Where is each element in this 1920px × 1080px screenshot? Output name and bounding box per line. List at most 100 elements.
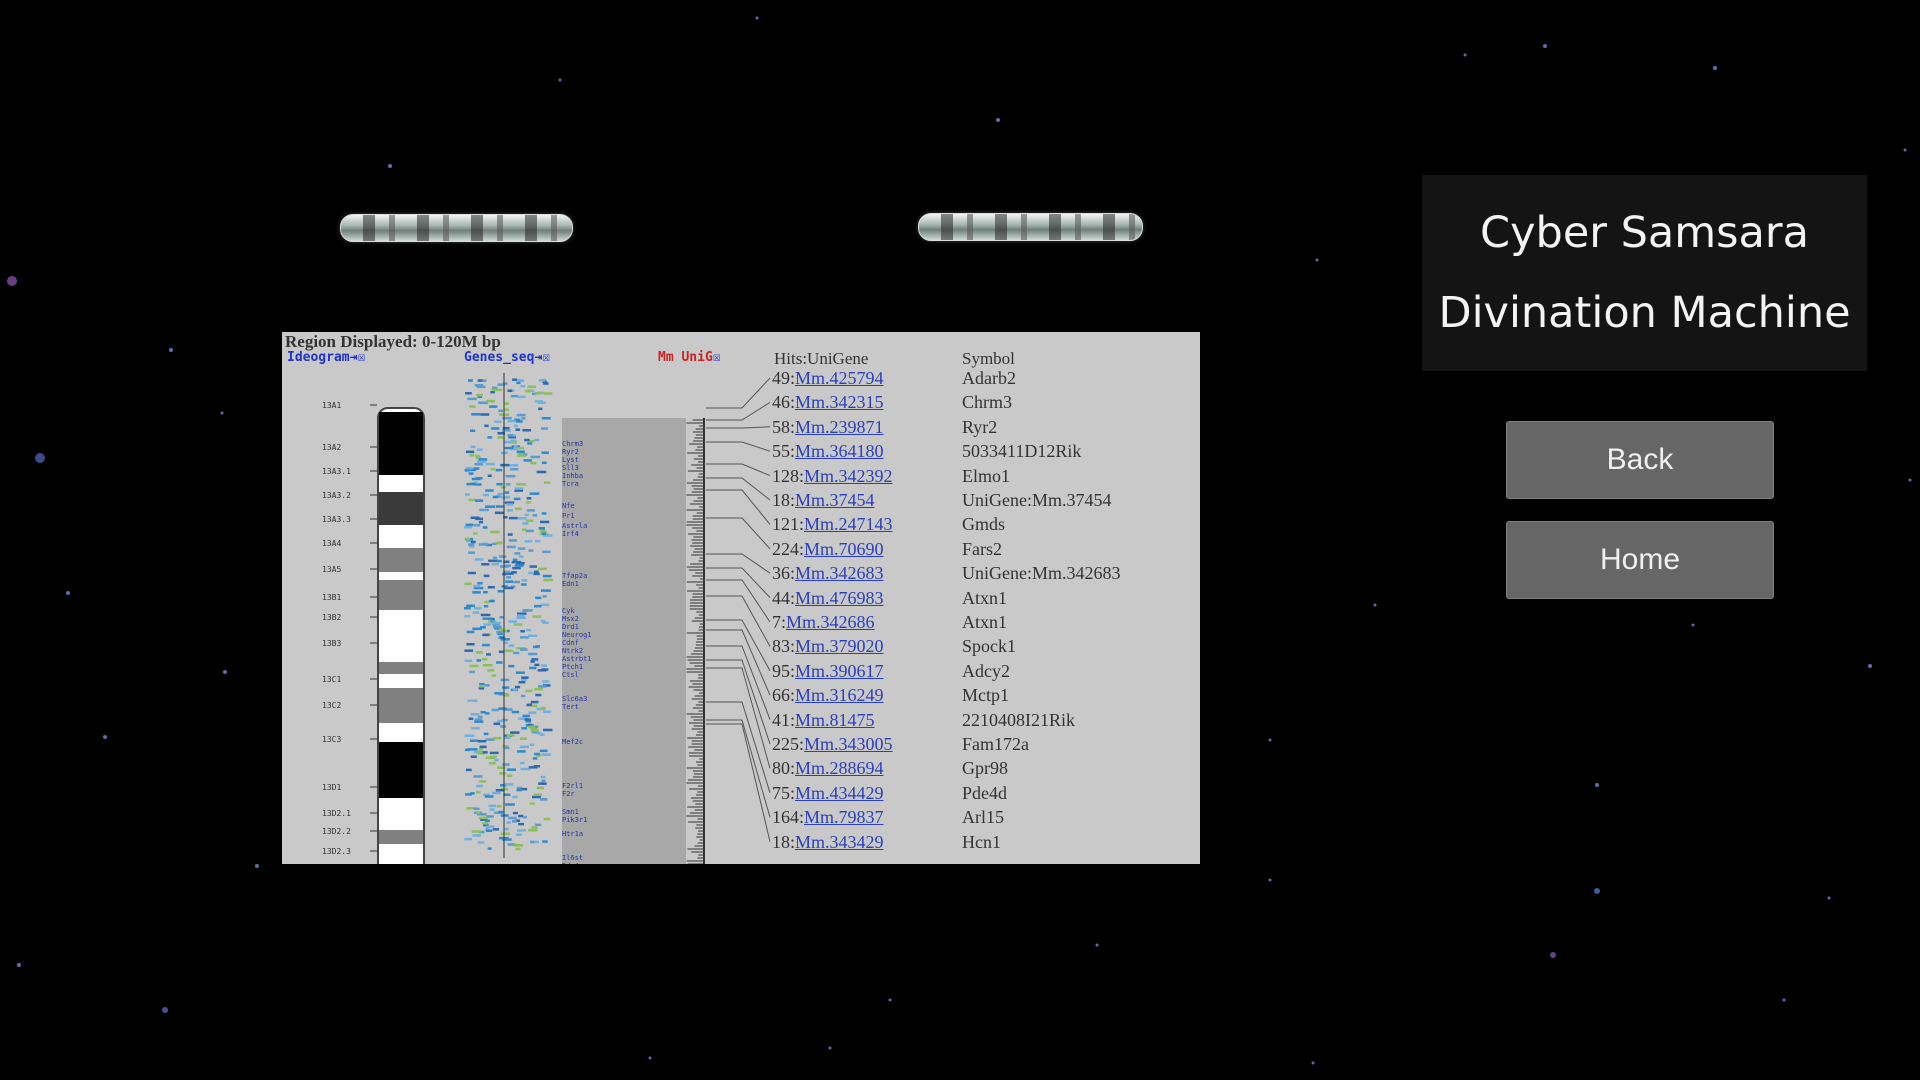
band-label: 13B2 <box>322 613 341 622</box>
hit-row: 83:Mm.379020 <box>772 634 884 658</box>
hit-count: 95: <box>772 660 796 681</box>
svg-text:F2rl1: F2rl1 <box>562 782 583 790</box>
svg-text:Inhba: Inhba <box>562 472 583 480</box>
hit-row: 80:Mm.288694 <box>772 756 884 780</box>
unigene-track-label: Mm UniG☒ <box>658 350 721 365</box>
svg-text:Ctsl: Ctsl <box>562 671 579 679</box>
unigene-link[interactable]: Mm.434429 <box>795 783 884 803</box>
track-controls-icon[interactable]: ⇥☒ <box>534 350 550 365</box>
svg-text:Edn1: Edn1 <box>562 580 579 588</box>
hit-count: 80: <box>772 758 796 779</box>
hit-row: 225:Mm.343005 <box>772 732 893 756</box>
hit-row: 49:Mm.425794 <box>772 366 884 390</box>
svg-text:Chrm3: Chrm3 <box>562 440 583 448</box>
hit-row: 75:Mm.434429 <box>772 781 884 805</box>
gene-symbol: Hcn1 <box>962 831 1001 852</box>
unigene-link[interactable]: Mm.81475 <box>795 710 875 730</box>
hit-row: 58:Mm.239871 <box>772 415 884 439</box>
svg-text:Astrbt1: Astrbt1 <box>562 655 592 663</box>
unigene-link[interactable]: Mm.247143 <box>804 514 893 534</box>
svg-text:Mef2c: Mef2c <box>562 738 583 746</box>
hit-count: 44: <box>772 587 796 608</box>
hit-row: 18:Mm.37454 <box>772 488 875 512</box>
svg-text:Pr1: Pr1 <box>562 512 575 520</box>
back-button[interactable]: Back <box>1506 421 1774 499</box>
gene-symbol: Gmds <box>962 514 1006 535</box>
gene-symbol: Adarb2 <box>962 368 1016 388</box>
svg-text:Smn1: Smn1 <box>562 808 579 816</box>
gene-symbol: 5033411D12Rik <box>962 441 1082 462</box>
svg-text:Cyk: Cyk <box>562 607 575 615</box>
hit-row: 36:Mm.342683 <box>772 561 884 585</box>
unigene-link[interactable]: Mm.239871 <box>795 417 884 437</box>
hit-count: 66: <box>772 685 796 706</box>
svg-text:Htr1a: Htr1a <box>562 830 583 838</box>
hit-row: 55:Mm.364180 <box>772 439 884 463</box>
band-label: 13D1 <box>322 783 341 792</box>
gene-symbol: Pde4d <box>962 782 1007 803</box>
unigene-link[interactable]: Mm.79837 <box>804 807 884 827</box>
gene-symbol: Chrm3 <box>962 392 1013 413</box>
unigene-link[interactable]: Mm.476983 <box>795 588 884 608</box>
track-close-icon[interactable]: ☒ <box>713 350 721 365</box>
hit-row: 7:Mm.342686 <box>772 610 875 634</box>
band-label: 13D2.1 <box>322 809 351 818</box>
unigene-link[interactable]: Mm.364180 <box>795 441 884 461</box>
unigene-link[interactable]: Mm.342683 <box>795 563 884 583</box>
hit-count: 49: <box>772 368 796 388</box>
genome-browser-panel: Region Displayed: 0-120M bp Ideogram⇥☒ G… <box>282 332 1200 864</box>
genes-track-label: Genes_seq⇥☒ <box>464 350 551 365</box>
band-label: 13D2.2 <box>322 827 351 836</box>
hit-row: 18:Mm.343429 <box>772 830 884 854</box>
svg-text:Msx2: Msx2 <box>562 615 579 623</box>
title-line-2: Divination Machine <box>1438 288 1851 338</box>
hit-count: 18: <box>772 831 796 852</box>
svg-text:Sll3: Sll3 <box>562 464 579 472</box>
hit-row: 95:Mm.390617 <box>772 659 884 683</box>
svg-text:Ntrk2: Ntrk2 <box>562 647 583 655</box>
band-label: 13D2.3 <box>322 847 351 856</box>
unigene-link[interactable]: Mm.390617 <box>795 661 884 681</box>
unigene-link[interactable]: Mm.342315 <box>795 392 884 412</box>
hit-count: 58: <box>772 416 796 437</box>
unigene-link[interactable]: Mm.288694 <box>795 758 884 778</box>
band-label: 13A3.2 <box>322 491 351 500</box>
hit-count: 164: <box>772 807 805 828</box>
title-line-1: Cyber Samsara <box>1480 208 1809 258</box>
ideogram-track-label: Ideogram⇥☒ <box>287 350 366 365</box>
hit-count: 7: <box>772 612 787 632</box>
hit-row: 121:Mm.247143 <box>772 512 893 536</box>
unigene-link[interactable]: Mm.316249 <box>795 685 884 705</box>
svg-text:Slc6a3: Slc6a3 <box>562 695 587 703</box>
gene-symbol: Fam172a <box>962 734 1029 754</box>
hit-count: 121: <box>772 514 805 535</box>
band-label: 13A3.1 <box>322 467 351 476</box>
hit-row: 44:Mm.476983 <box>772 586 884 610</box>
gene-symbol: Gpr98 <box>962 758 1008 779</box>
hit-row: 224:Mm.70690 <box>772 537 884 561</box>
chromosome-capsule-right <box>918 213 1143 241</box>
unigene-link[interactable]: Mm.342686 <box>786 612 875 632</box>
unigene-link[interactable]: Mm.343005 <box>804 734 893 754</box>
hit-row: 164:Mm.79837 <box>772 805 884 829</box>
svg-text:Tert: Tert <box>562 703 579 711</box>
unigene-link[interactable]: Mm.342392 <box>804 466 893 486</box>
unigene-link[interactable]: Mm.425794 <box>795 368 884 388</box>
unigene-link[interactable]: Mm.70690 <box>804 539 884 559</box>
unigene-link[interactable]: Mm.343429 <box>795 832 884 852</box>
band-label: 13A4 <box>322 539 341 548</box>
title-panel: Cyber Samsara Divination Machine <box>1422 175 1867 371</box>
hit-row: 66:Mm.316249 <box>772 683 884 707</box>
band-label: 13A3.3 <box>322 515 351 524</box>
hit-count: 36: <box>772 563 796 584</box>
track-controls-icon[interactable]: ⇥☒ <box>350 350 366 365</box>
gene-symbol: UniGene:Mm.342683 <box>962 563 1121 584</box>
svg-text:Il6st: Il6st <box>562 854 583 862</box>
gene-symbol: UniGene:Mm.37454 <box>962 490 1112 510</box>
unigene-link[interactable]: Mm.379020 <box>795 636 884 656</box>
home-button[interactable]: Home <box>1506 521 1774 599</box>
unigene-link[interactable]: Mm.37454 <box>795 490 875 510</box>
svg-text:Ryr2: Ryr2 <box>562 448 579 456</box>
hit-row: 46:Mm.342315 <box>772 390 884 414</box>
gene-symbol: Ryr2 <box>962 416 998 437</box>
